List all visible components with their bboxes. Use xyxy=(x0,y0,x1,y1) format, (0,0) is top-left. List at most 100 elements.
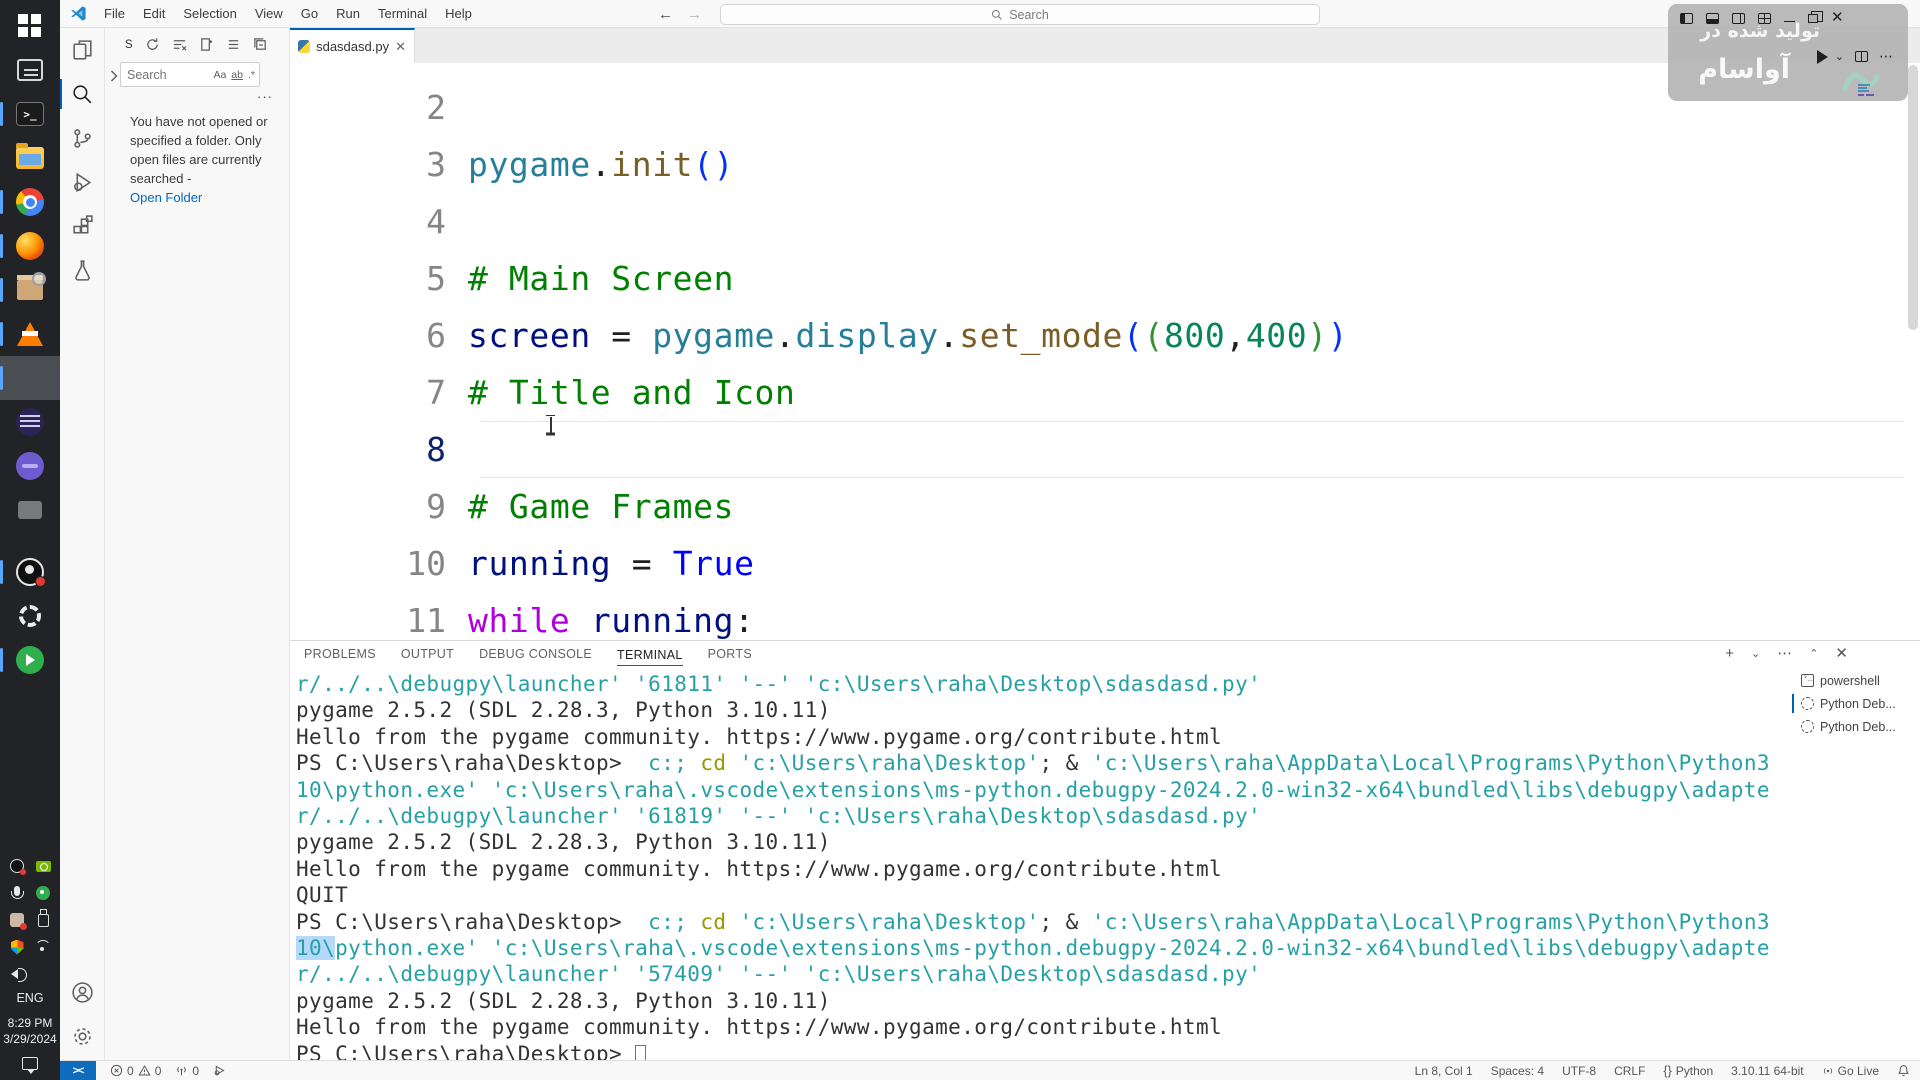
encoding[interactable]: UTF-8 xyxy=(1562,1064,1596,1078)
menu-item-run[interactable]: Run xyxy=(327,6,369,21)
go-live-button[interactable]: Go Live xyxy=(1822,1064,1879,1078)
whole-word-toggle[interactable]: ab xyxy=(231,69,243,81)
sidebar-item-extensions[interactable] xyxy=(60,204,105,248)
tray-security-icon[interactable] xyxy=(8,938,26,956)
tray-usb-icon[interactable] xyxy=(34,911,52,929)
taskbar-clock[interactable]: 8:29 PM 3/29/2024 xyxy=(0,1015,60,1047)
settings-button[interactable] xyxy=(60,1014,105,1058)
taskbar-app-misc-app[interactable] xyxy=(0,488,60,532)
editor-more-actions-icon[interactable]: ⋯ xyxy=(1879,48,1894,65)
tab-sdasdasd-py[interactable]: sdasdasd.py ✕ xyxy=(290,28,415,63)
search-panel-title: S xyxy=(125,38,134,51)
eol-sequence[interactable]: CRLF xyxy=(1614,1064,1645,1078)
search-input[interactable] xyxy=(121,66,183,83)
taskbar-app-terminal[interactable] xyxy=(0,92,60,136)
indentation[interactable]: Spaces: 4 xyxy=(1491,1064,1544,1078)
sidebar-item-run-debug[interactable] xyxy=(60,160,105,204)
run-python-file-icon[interactable] xyxy=(1816,49,1828,64)
sidebar-item-testing[interactable] xyxy=(60,248,105,292)
menu-item-file[interactable]: File xyxy=(95,6,134,21)
new-terminal-button[interactable]: + xyxy=(1725,645,1734,662)
terminal-session[interactable]: powershell xyxy=(1792,669,1920,692)
match-case-toggle[interactable]: Aa xyxy=(213,69,226,81)
new-search-editor-icon[interactable] xyxy=(199,37,214,52)
close-tab-icon[interactable]: ✕ xyxy=(395,39,406,55)
taskbar-app-settings[interactable] xyxy=(0,594,60,638)
open-folder-link[interactable]: Open Folder xyxy=(130,188,271,207)
terminal-output[interactable]: r/../..\debugpy\launcher' '61811' '--' '… xyxy=(296,671,1786,1060)
close-panel-icon[interactable]: ✕ xyxy=(1835,644,1848,662)
search-details-button[interactable]: ··· xyxy=(105,89,273,104)
regex-toggle[interactable]: .* xyxy=(248,69,255,81)
taskbar-app-package-app[interactable] xyxy=(0,268,60,312)
panel-tab-debug-console[interactable]: DEBUG CONSOLE xyxy=(479,647,592,661)
taskbar-app-firefox[interactable] xyxy=(0,224,60,268)
panel-more-icon[interactable]: ⋯ xyxy=(1777,644,1792,662)
search-input-box: Aa ab .* xyxy=(120,62,260,87)
tray-user-icon[interactable] xyxy=(8,911,26,929)
taskbar-app-vscode[interactable] xyxy=(0,356,60,400)
refresh-icon[interactable] xyxy=(145,37,160,52)
maximize-panel-icon[interactable]: ⌃ xyxy=(1809,647,1818,660)
panel-tab-output[interactable]: OUTPUT xyxy=(401,647,454,661)
menu-item-terminal[interactable]: Terminal xyxy=(369,6,436,21)
taskbar-app-eclipse[interactable] xyxy=(0,400,60,444)
taskbar-app-vlc[interactable] xyxy=(0,312,60,356)
running-indicator xyxy=(0,102,3,126)
taskbar-app-obs[interactable] xyxy=(0,550,60,594)
accounts-button[interactable] xyxy=(60,970,105,1014)
recording-watermark-overlay: ✕ تولید شده در آواسام ⌄ ⋯ xyxy=(1668,4,1908,101)
close-icon[interactable]: ✕ xyxy=(1831,10,1844,25)
code-editor[interactable]: 2 3 pygame.init() 4 5 # Main Screen 6 screen = … xyxy=(290,63,1920,640)
tray-obs-tray-icon[interactable] xyxy=(8,857,26,875)
run-dropdown-icon[interactable]: ⌄ xyxy=(1835,50,1844,63)
terminal-session[interactable]: Python Deb... xyxy=(1792,692,1920,715)
tray-green-tray-icon[interactable] xyxy=(34,884,52,902)
notification-center-icon[interactable] xyxy=(22,1057,38,1074)
taskbar-app-green-app[interactable] xyxy=(0,638,60,682)
clear-search-results-icon[interactable] xyxy=(172,37,187,52)
running-indicator xyxy=(0,648,3,672)
split-editor-icon[interactable] xyxy=(1855,51,1868,62)
nav-back-icon[interactable]: ← xyxy=(658,6,673,23)
taskbar-app-purple-app[interactable] xyxy=(0,444,60,488)
sidebar-item-source-control[interactable] xyxy=(60,116,105,160)
view-as-list-icon[interactable] xyxy=(226,37,241,52)
sidebar-item-search[interactable] xyxy=(60,72,105,116)
language-mode[interactable]: {} Python xyxy=(1663,1064,1713,1078)
tray-wifi-icon[interactable] xyxy=(34,938,52,956)
python-interpreter[interactable]: 3.10.11 64-bit xyxy=(1731,1064,1804,1078)
ports-status[interactable]: 0 xyxy=(175,1064,199,1078)
menu-item-edit[interactable]: Edit xyxy=(134,6,174,21)
language-indicator[interactable]: ENG xyxy=(0,991,60,1005)
tray-volume-icon[interactable] xyxy=(8,965,26,983)
problems-status[interactable]: 0 0 xyxy=(110,1064,161,1078)
sidebar-item-explorer[interactable] xyxy=(60,28,105,72)
taskbar-app-file-explorer[interactable] xyxy=(0,136,60,180)
panel-tab-problems[interactable]: PROBLEMS xyxy=(304,647,376,661)
menu-item-go[interactable]: Go xyxy=(292,6,327,21)
panel-tab-terminal[interactable]: TERMINAL xyxy=(617,648,683,666)
tray-nvidia-icon[interactable] xyxy=(34,857,52,875)
bell-icon[interactable] xyxy=(1897,1064,1910,1077)
nav-forward-icon[interactable]: → xyxy=(687,6,702,23)
command-center-search[interactable]: Search xyxy=(720,4,1320,25)
taskbar-app-task-view[interactable] xyxy=(0,48,60,92)
tray-mic-icon[interactable] xyxy=(8,884,26,902)
menu-item-view[interactable]: View xyxy=(246,6,292,21)
toggle-primary-sidebar-icon[interactable] xyxy=(1680,12,1693,24)
taskbar-app-chrome[interactable] xyxy=(0,180,60,224)
menu-item-help[interactable]: Help xyxy=(436,6,481,21)
panel-tab-ports[interactable]: PORTS xyxy=(708,647,752,661)
collapse-all-icon[interactable] xyxy=(253,37,268,52)
remote-indicator[interactable]: >< xyxy=(60,1060,96,1080)
taskbar-app-start[interactable] xyxy=(0,4,60,48)
cursor-position[interactable]: Ln 8, Col 1 xyxy=(1415,1064,1473,1078)
terminal-session[interactable]: Python Deb... xyxy=(1792,715,1920,738)
debug-status[interactable] xyxy=(213,1064,226,1077)
terminal-dropdown-icon[interactable]: ⌄ xyxy=(1751,647,1760,660)
toggle-replace-icon[interactable] xyxy=(109,70,118,82)
editor-scrollbar[interactable] xyxy=(1908,65,1918,330)
menu-item-selection[interactable]: Selection xyxy=(174,6,245,21)
running-indicator xyxy=(0,278,3,302)
